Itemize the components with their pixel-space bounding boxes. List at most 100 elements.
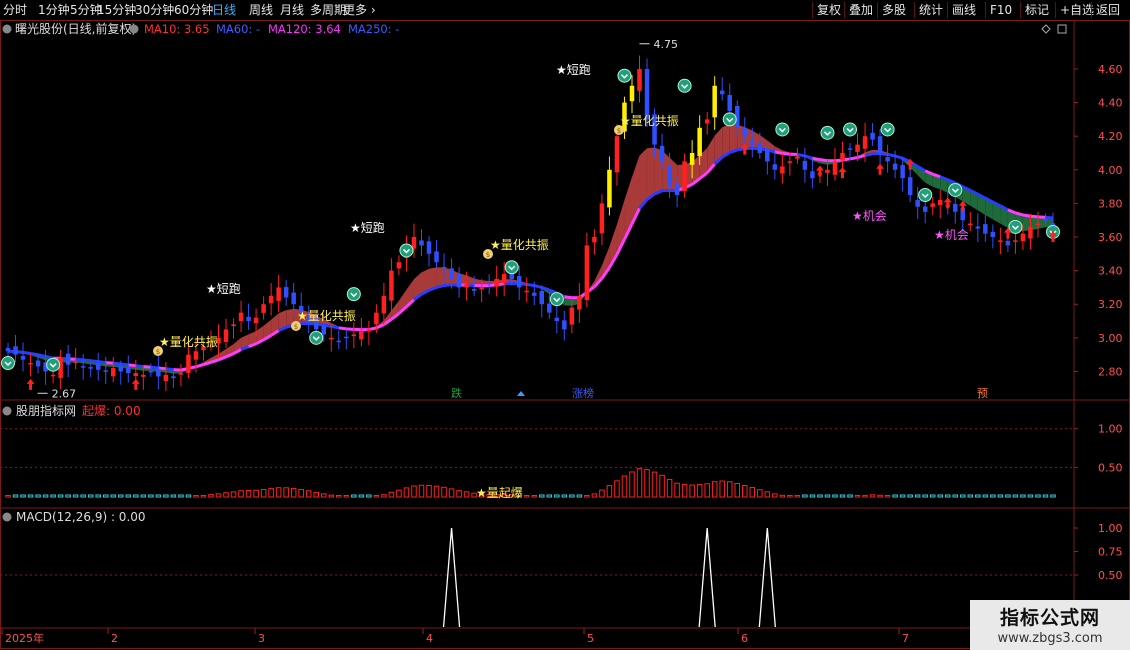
- histogram-bar: [27, 494, 34, 498]
- y-tick-label: 0.50: [1098, 461, 1123, 474]
- histogram-bar: [238, 490, 244, 498]
- up-arrow-icon: [815, 165, 824, 177]
- histogram-bar: [95, 494, 101, 498]
- candle: [539, 290, 545, 305]
- candle: [434, 251, 439, 263]
- histogram-bar: [87, 494, 94, 498]
- histogram-bar: [899, 494, 906, 498]
- histogram-bar: [719, 480, 725, 498]
- histogram-bar: [569, 494, 575, 498]
- stock-chart[interactable]: 曙光股份(日线,前复权) MA10: 3.65 MA60: - MA120: 3.64…: [0, 20, 1130, 650]
- buy-signal-icon: [677, 78, 692, 93]
- candle: [983, 224, 988, 234]
- ma-line: [812, 156, 821, 162]
- ma-line: [128, 363, 136, 368]
- macd-spike: [442, 527, 461, 628]
- candle: [148, 370, 154, 373]
- trend-ribbon: [729, 124, 738, 153]
- ma-label: MA60: -: [216, 22, 260, 36]
- money-bag-icon: $: [614, 125, 624, 135]
- candle: [163, 374, 169, 382]
- short-run-label: ★短跑: [556, 63, 591, 77]
- candle: [276, 287, 281, 301]
- candle: [1043, 219, 1048, 221]
- period-tab[interactable]: 多周期: [310, 2, 346, 18]
- histogram-bar: [869, 494, 876, 498]
- up-arrow-icon: [943, 197, 952, 209]
- histogram-bar: [674, 482, 680, 498]
- toolbar-button[interactable]: 多股: [877, 2, 910, 18]
- opportunity-label: ★机会: [852, 209, 887, 223]
- buy-signal-icon: [918, 187, 933, 202]
- y-tick-label: 4.60: [1098, 63, 1123, 76]
- candle: [607, 169, 612, 208]
- histogram-bar: [418, 484, 425, 498]
- histogram-bar: [809, 494, 816, 498]
- toolbar-button[interactable]: 返回: [1091, 2, 1124, 18]
- trend-ribbon: [1037, 216, 1046, 229]
- histogram-bar: [328, 494, 335, 498]
- trend-ribbon: [647, 147, 655, 200]
- histogram-bar: [1042, 494, 1049, 498]
- ma-line: [1022, 213, 1031, 218]
- watermark-url: www.zbgs3.com: [997, 631, 1103, 646]
- candle: [719, 90, 725, 95]
- candle: [141, 374, 146, 377]
- candle: [118, 366, 124, 372]
- toolbar-button[interactable]: 统计: [914, 2, 947, 18]
- histogram-bar: [381, 494, 387, 498]
- period-tab[interactable]: 日线: [212, 2, 236, 18]
- candle: [599, 203, 605, 234]
- toolbar-button[interactable]: 标记: [1020, 2, 1053, 18]
- candle: [937, 200, 943, 205]
- candle: [88, 367, 93, 369]
- histogram-bar: [403, 487, 410, 498]
- histogram-bar: [358, 494, 365, 498]
- period-tab[interactable]: 15分钟: [97, 2, 136, 18]
- candle: [637, 68, 642, 91]
- ma-line: [774, 150, 783, 155]
- ma-line: [887, 153, 896, 158]
- candle: [780, 166, 785, 174]
- period-tab[interactable]: 1分钟: [38, 2, 70, 18]
- ma-line: [368, 326, 377, 332]
- period-tab[interactable]: 分时: [3, 2, 27, 18]
- buy-signal-icon: [820, 125, 835, 140]
- candle: [554, 317, 560, 322]
- buy-signal-icon: [843, 122, 858, 137]
- period-tab[interactable]: 更多 ›: [343, 2, 376, 18]
- candle: [727, 94, 732, 111]
- buy-signal-icon: [775, 122, 790, 137]
- ma-line: [150, 365, 159, 370]
- ma-line: [849, 156, 858, 161]
- money-bag-icon: $: [153, 346, 163, 356]
- candle: [1013, 240, 1018, 242]
- histogram-bar: [884, 495, 891, 498]
- diamond-icon: [1041, 24, 1051, 34]
- candle: [547, 303, 552, 313]
- histogram-bar: [35, 494, 41, 498]
- period-tab[interactable]: 周线: [249, 2, 273, 18]
- buy-signal-icon: [309, 330, 324, 345]
- toolbar-button[interactable]: F10: [985, 2, 1016, 18]
- histogram-bar: [749, 487, 756, 498]
- ma-line: [338, 326, 347, 331]
- toolbar-button[interactable]: 复权: [812, 2, 845, 18]
- histogram-bar: [764, 491, 771, 498]
- period-tab[interactable]: 30分钟: [135, 2, 174, 18]
- toolbar-button[interactable]: 画线: [947, 2, 980, 18]
- y-tick-label: 1.00: [1098, 522, 1123, 535]
- toolbar-button[interactable]: 叠加: [844, 2, 877, 18]
- histogram-bar: [817, 494, 823, 498]
- histogram-bar: [892, 494, 898, 498]
- histogram-bar: [787, 495, 793, 498]
- histogram-bar: [997, 494, 1004, 498]
- histogram-bar: [5, 495, 11, 498]
- period-tab[interactable]: 60分钟: [174, 2, 213, 18]
- histogram-bar: [975, 494, 981, 498]
- candle: [712, 85, 717, 118]
- x-axis-label: 6: [741, 632, 748, 645]
- period-tab[interactable]: 月线: [280, 2, 304, 18]
- candle: [1005, 240, 1011, 246]
- buy-signal-icon: [399, 243, 414, 258]
